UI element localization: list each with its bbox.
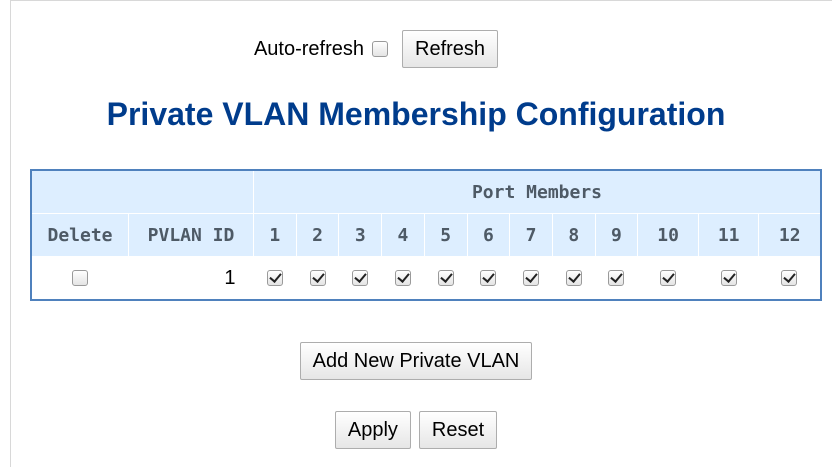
refresh-bar: Auto-refresh Refresh [0, 30, 832, 68]
header-spacer [30, 169, 254, 214]
port-header-8: 8 [551, 213, 596, 257]
port-10-member-checkbox[interactable] [660, 270, 677, 287]
port-header-10: 10 [637, 213, 699, 257]
pvlan-id-header: PVLAN ID [128, 213, 254, 257]
port-member-cell [552, 256, 596, 300]
port-header-11: 11 [697, 213, 760, 257]
pvlan-table: Port Members Delete PVLAN ID 1 2 3 4 5 6 7 8 9 10… [30, 169, 822, 301]
delete-cell [31, 256, 129, 300]
port-4-member-checkbox[interactable] [394, 270, 411, 287]
port-member-cell [424, 256, 468, 300]
delete-checkbox[interactable] [72, 270, 89, 287]
port-member-cell [253, 256, 297, 300]
port-member-cell [637, 256, 699, 300]
pvlan-id-value: 1 [128, 256, 254, 300]
port-6-member-checkbox[interactable] [480, 270, 497, 287]
port-1-member-checkbox[interactable] [266, 270, 283, 287]
apply-reset-row: Apply Reset [0, 411, 832, 449]
port-members-header: Port Members [253, 169, 822, 214]
table-row: 1 [31, 256, 821, 300]
port-9-member-checkbox[interactable] [608, 270, 625, 287]
port-7-member-checkbox[interactable] [523, 270, 540, 287]
port-3-member-checkbox[interactable] [352, 270, 369, 287]
port-header-3: 3 [338, 213, 383, 257]
port-header-6: 6 [466, 213, 511, 257]
auto-refresh-checkbox[interactable] [372, 41, 389, 57]
port-member-cell [338, 256, 382, 300]
page-title: Private VLAN Membership Configuration [106, 96, 726, 132]
port-member-cell [467, 256, 510, 300]
port-member-cell [758, 256, 821, 300]
refresh-button[interactable]: Refresh [402, 30, 499, 68]
apply-button[interactable]: Apply [334, 411, 411, 449]
port-member-cell [698, 256, 759, 300]
port-11-member-checkbox[interactable] [720, 270, 737, 287]
reset-button[interactable]: Reset [418, 411, 498, 449]
port-member-cell [509, 256, 553, 300]
port-member-cell [381, 256, 425, 300]
port-header-9: 9 [594, 213, 639, 257]
port-header-1: 1 [253, 213, 297, 257]
delete-header: Delete [30, 213, 129, 257]
port-header-12: 12 [758, 213, 822, 257]
port-member-cell [296, 256, 339, 300]
port-header-2: 2 [295, 213, 340, 257]
auto-refresh-label: Auto-refresh [253, 37, 365, 60]
port-header-7: 7 [509, 213, 553, 257]
add-private-vlan-button[interactable]: Add New Private VLAN [299, 342, 533, 380]
port-2-member-checkbox[interactable] [309, 270, 326, 287]
port-header-4: 4 [381, 213, 425, 257]
port-8-member-checkbox[interactable] [565, 270, 582, 287]
port-12-member-checkbox[interactable] [781, 270, 798, 287]
port-header-5: 5 [423, 213, 468, 257]
port-member-cell [595, 256, 638, 300]
add-row: Add New Private VLAN [0, 342, 832, 380]
port-5-member-checkbox[interactable] [437, 270, 454, 287]
